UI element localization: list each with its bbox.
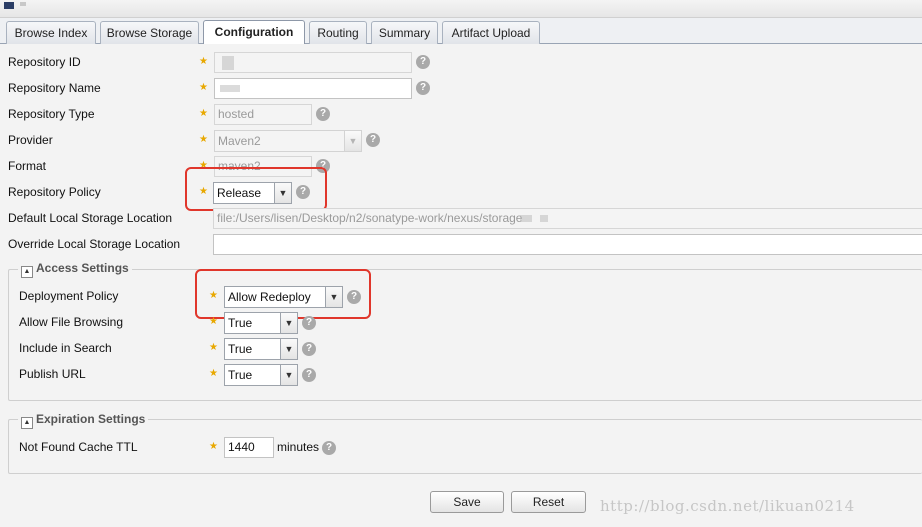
repository-name-label: Repository Name: [8, 81, 101, 95]
chevron-down-icon[interactable]: ▼: [280, 365, 297, 385]
expiration-settings-title: Expiration Settings: [36, 412, 146, 426]
help-icon[interactable]: ?: [302, 342, 316, 356]
required-star-icon: ★: [199, 108, 208, 119]
help-icon[interactable]: ?: [316, 107, 330, 121]
format-label: Format: [8, 159, 47, 173]
deployment-policy-label: Deployment Policy: [19, 289, 119, 303]
redacted-text: [222, 56, 234, 70]
default-local-storage-field: file:/Users/lisen/Desktop/n2/sonatype-wo…: [213, 208, 922, 229]
help-icon[interactable]: ?: [416, 55, 430, 69]
redacted-text: [540, 215, 548, 222]
allow-file-browsing-select[interactable]: True ▼: [224, 312, 298, 334]
override-local-storage-field[interactable]: [213, 234, 922, 255]
watermark: http://blog.csdn.net/likuan0214: [600, 497, 855, 515]
override-local-storage-label: Override Local Storage Location: [8, 237, 181, 251]
toolbar-glyph: [20, 2, 26, 6]
tab-routing[interactable]: Routing: [309, 21, 367, 44]
help-icon[interactable]: ?: [302, 368, 316, 382]
tab-artifact-upload[interactable]: Artifact Upload: [442, 21, 540, 44]
access-settings-title: Access Settings: [36, 261, 129, 275]
required-star-icon: ★: [209, 316, 218, 327]
tab-browse-storage[interactable]: Browse Storage: [100, 21, 199, 44]
provider-value: Maven2: [218, 134, 261, 148]
not-found-cache-ttl-label: Not Found Cache TTL: [19, 440, 138, 454]
tab-configuration[interactable]: Configuration: [203, 20, 305, 44]
not-found-cache-ttl-field[interactable]: 1440: [224, 437, 274, 458]
help-icon[interactable]: ?: [302, 316, 316, 330]
collapse-icon[interactable]: ▲: [21, 266, 33, 278]
required-star-icon: ★: [209, 368, 218, 379]
required-star-icon: ★: [209, 342, 218, 353]
repository-policy-label: Repository Policy: [8, 185, 101, 199]
publish-url-select[interactable]: True ▼: [224, 364, 298, 386]
repository-id-label: Repository ID: [8, 55, 81, 69]
access-settings-legend: ▲ Access Settings: [18, 261, 132, 278]
provider-select: Maven2 ▼: [214, 130, 362, 152]
default-local-storage-label: Default Local Storage Location: [8, 211, 173, 225]
publish-url-label: Publish URL: [19, 367, 86, 381]
help-icon[interactable]: ?: [366, 133, 380, 147]
allow-file-browsing-value: True: [228, 316, 253, 330]
highlight-box-repository-policy: [185, 167, 327, 211]
repository-name-field[interactable]: [214, 78, 412, 99]
repository-id-field: [214, 52, 412, 73]
expiration-settings-legend: ▲ Expiration Settings: [18, 412, 149, 429]
redacted-text: [220, 85, 240, 92]
required-star-icon: ★: [199, 82, 208, 93]
window-top-bar: [0, 0, 922, 18]
minutes-unit-label: minutes: [277, 440, 320, 454]
app-icon: [4, 2, 14, 9]
chevron-down-icon[interactable]: ▼: [280, 313, 297, 333]
save-button[interactable]: Save: [430, 491, 504, 513]
configuration-panel: Repository ID ★ ? Repository Name ★ ? Re…: [0, 44, 922, 527]
chevron-down-icon: ▼: [344, 131, 361, 151]
required-star-icon: ★: [199, 134, 208, 145]
tab-summary[interactable]: Summary: [371, 21, 438, 44]
include-in-search-label: Include in Search: [19, 341, 112, 355]
help-icon[interactable]: ?: [322, 441, 336, 455]
include-in-search-value: True: [228, 342, 253, 356]
chevron-down-icon[interactable]: ▼: [280, 339, 297, 359]
collapse-icon[interactable]: ▲: [21, 417, 33, 429]
repository-type-label: Repository Type: [8, 107, 95, 121]
publish-url-value: True: [228, 368, 253, 382]
required-star-icon: ★: [209, 441, 218, 452]
reset-button[interactable]: Reset: [511, 491, 586, 513]
help-icon[interactable]: ?: [416, 81, 430, 95]
redacted-text: [520, 215, 532, 222]
include-in-search-select[interactable]: True ▼: [224, 338, 298, 360]
tab-browse-index[interactable]: Browse Index: [6, 21, 96, 44]
allow-file-browsing-label: Allow File Browsing: [19, 315, 124, 329]
tab-strip: Browse Index Browse Storage Configuratio…: [0, 18, 922, 44]
required-star-icon: ★: [199, 56, 208, 67]
provider-label: Provider: [8, 133, 53, 147]
repository-type-field: hosted: [214, 104, 312, 125]
access-settings-fieldset: [8, 269, 922, 401]
